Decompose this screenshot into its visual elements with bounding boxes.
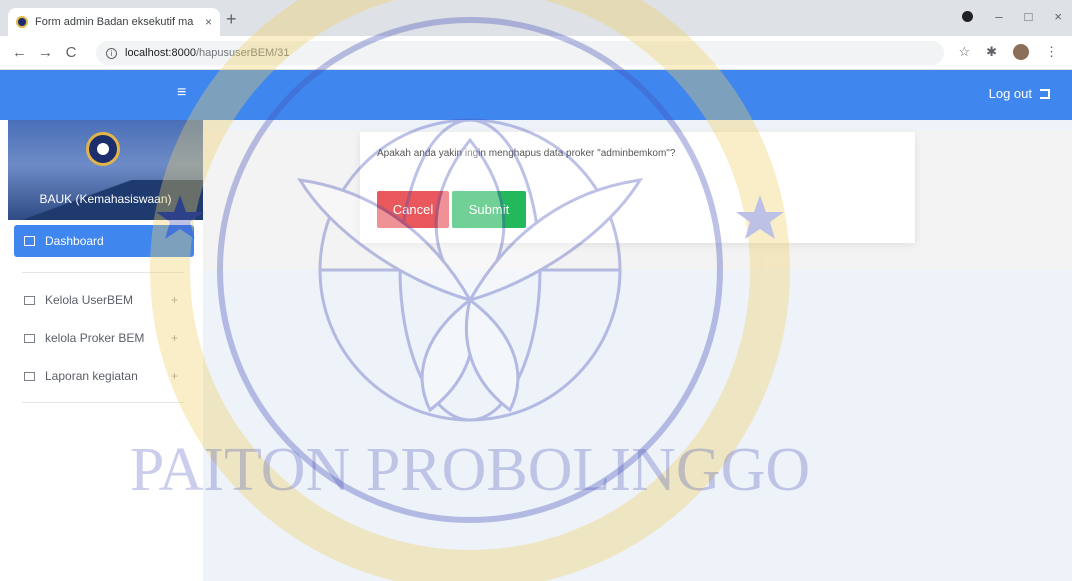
minimize-button[interactable]: – bbox=[995, 9, 1002, 24]
university-logo bbox=[86, 132, 120, 166]
cancel-button[interactable]: Cancel bbox=[377, 191, 449, 228]
browser-menu-icon[interactable]: ⋮ bbox=[1045, 44, 1058, 60]
browser-tab-strip: Form admin Badan eksekutif ma × + – □ × bbox=[0, 0, 1072, 36]
url-host: localhost:8000 bbox=[125, 47, 196, 59]
main-content: Apakah anda yakin ingin menghapus data p… bbox=[203, 120, 1072, 581]
sidebar-item-label: kelola Proker BEM bbox=[45, 331, 145, 345]
divider bbox=[22, 272, 184, 273]
brand-name: BAUK (Kemahasiswaan) bbox=[39, 192, 172, 206]
confirm-delete-dialog: Apakah anda yakin ingin menghapus data p… bbox=[360, 132, 915, 243]
toolbar-actions: ☆ ✱ ⋮ bbox=[958, 44, 1058, 60]
new-tab-button[interactable]: + bbox=[226, 9, 237, 30]
window-close-button[interactable]: × bbox=[1054, 9, 1062, 24]
hamburger-menu-icon[interactable]: ≡ bbox=[177, 84, 186, 102]
extensions-icon[interactable]: ✱ bbox=[986, 44, 997, 60]
app-header: ≡ Log out bbox=[0, 70, 1072, 120]
browser-toolbar: ← → C i localhost:8000 /hapususerBEM/31 … bbox=[0, 36, 1072, 70]
record-icon[interactable] bbox=[962, 11, 974, 22]
sidebar-brand: BAUK (Kemahasiswaan) bbox=[8, 120, 203, 220]
expand-icon[interactable]: + bbox=[171, 369, 178, 383]
monitor-icon bbox=[24, 371, 35, 381]
divider bbox=[22, 402, 184, 403]
sidebar-item-kelola-userbem[interactable]: Kelola UserBEM + bbox=[24, 289, 184, 311]
reload-button[interactable]: C bbox=[64, 44, 78, 61]
logout-label: Log out bbox=[988, 86, 1032, 101]
sidebar-item-kelola-proker[interactable]: kelola Proker BEM + bbox=[24, 327, 184, 349]
forward-button[interactable]: → bbox=[38, 44, 53, 61]
sidebar-item-dashboard[interactable]: Dashboard bbox=[14, 225, 194, 257]
sidebar-item-label: Kelola UserBEM bbox=[45, 293, 134, 307]
logout-button[interactable]: Log out bbox=[989, 86, 1050, 101]
restore-button[interactable]: □ bbox=[1025, 9, 1033, 24]
profile-avatar[interactable] bbox=[1013, 44, 1029, 60]
back-button[interactable]: ← bbox=[12, 44, 27, 61]
sidebar-item-laporan-kegiatan[interactable]: Laporan kegiatan + bbox=[24, 365, 184, 387]
logout-icon bbox=[1040, 88, 1050, 99]
window-controls: – □ × bbox=[962, 9, 1062, 24]
expand-icon[interactable]: + bbox=[171, 293, 178, 307]
home-icon bbox=[24, 236, 35, 246]
submit-button[interactable]: Submit bbox=[452, 191, 526, 228]
address-bar[interactable]: i localhost:8000 /hapususerBEM/31 bbox=[96, 41, 944, 65]
favicon-icon bbox=[16, 16, 28, 28]
confirm-message: Apakah anda yakin ingin menghapus data p… bbox=[377, 148, 676, 159]
tab-close-icon[interactable]: × bbox=[205, 15, 212, 29]
url-path: /hapususerBEM/31 bbox=[195, 47, 290, 59]
browser-tab[interactable]: Form admin Badan eksekutif ma × bbox=[8, 8, 220, 36]
site-info-icon[interactable]: i bbox=[106, 47, 117, 59]
tab-title: Form admin Badan eksekutif ma bbox=[35, 16, 194, 28]
monitor-icon bbox=[24, 333, 35, 343]
sidebar: BAUK (Kemahasiswaan) Dashboard Kelola Us… bbox=[0, 120, 203, 581]
sidebar-item-label: Laporan kegiatan bbox=[45, 369, 138, 383]
expand-icon[interactable]: + bbox=[171, 331, 178, 345]
bookmark-star-icon[interactable]: ☆ bbox=[958, 44, 970, 60]
sidebar-item-label: Dashboard bbox=[45, 234, 104, 248]
monitor-icon bbox=[24, 295, 35, 305]
